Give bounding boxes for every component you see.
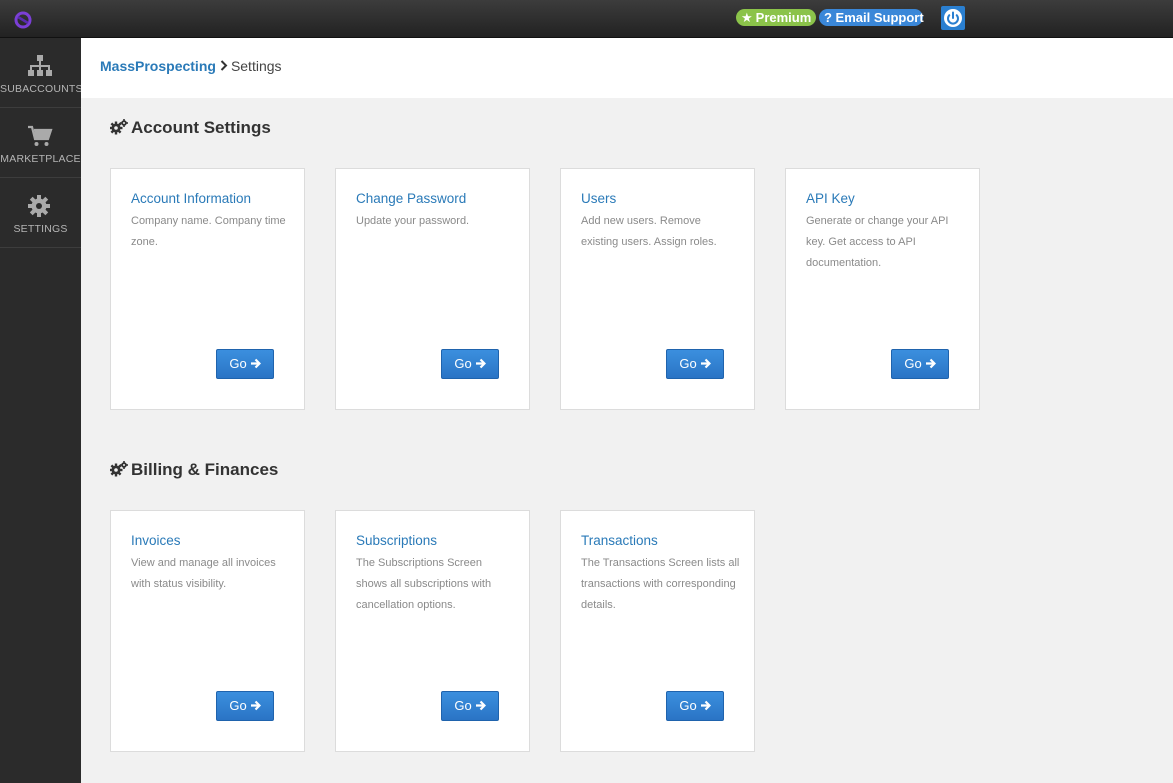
card-invoices: Invoices View and manage all invoices wi… [110, 510, 305, 752]
card-description: Add new users. Remove existing users. As… [581, 215, 717, 248]
go-button[interactable]: Go [666, 349, 724, 379]
sidebar-item-subaccounts[interactable]: SUBACCOUNTS [0, 38, 83, 108]
sidebar-item-label: SETTINGS [13, 223, 68, 235]
cart-icon [28, 125, 53, 146]
chevron-right-icon [220, 58, 228, 74]
arrow-right-icon [475, 693, 486, 721]
card-description: The Transactions Screen lists all transa… [581, 557, 740, 611]
logo-icon[interactable] [14, 11, 32, 29]
card-description: View and manage all invoices with status… [131, 557, 276, 590]
card-title[interactable]: Transactions [581, 533, 658, 548]
card-users: Users Add new users. Remove existing use… [560, 168, 755, 410]
card-title[interactable]: Change Password [356, 191, 466, 206]
breadcrumb-root-link[interactable]: MassProspecting [100, 58, 216, 74]
card-title[interactable]: Account Information [131, 191, 251, 206]
card-title[interactable]: Users [581, 191, 616, 206]
sidebar: SUBACCOUNTS MARKETPLACE SETTINGS [0, 38, 83, 783]
card-title[interactable]: Subscriptions [356, 533, 437, 548]
breadcrumb: MassProspecting Settings [100, 58, 282, 74]
card-description: Company name. Company time zone. [131, 215, 286, 248]
sitemap-icon [28, 55, 52, 76]
card-description: Update your password. [356, 215, 470, 227]
premium-badge[interactable]: ★ Premium [736, 9, 816, 26]
power-icon [944, 9, 962, 27]
card-api-key: API Key Generate or change your API key.… [785, 168, 980, 410]
arrow-right-icon [700, 693, 711, 721]
sidebar-item-label: MARKETPLACE [0, 153, 81, 165]
card-account-information: Account Information Company name. Compan… [110, 168, 305, 410]
section-title-billing-finances: Billing & Finances [110, 460, 278, 480]
star-icon: ★ [741, 10, 753, 25]
go-button[interactable]: Go [441, 691, 499, 721]
sidebar-item-label: SUBACCOUNTS [0, 83, 83, 95]
arrow-right-icon [925, 351, 936, 379]
go-button[interactable]: Go [441, 349, 499, 379]
page-header: MassProspecting Settings [81, 38, 1173, 98]
breadcrumb-current: Settings [230, 58, 282, 74]
arrow-right-icon [250, 693, 261, 721]
gear-icon [28, 195, 50, 217]
go-button[interactable]: Go [216, 691, 274, 721]
card-description: Generate or change your API key. Get acc… [806, 215, 949, 269]
card-title[interactable]: Invoices [131, 533, 181, 548]
go-button[interactable]: Go [666, 691, 724, 721]
section-title-account-settings: Account Settings [110, 118, 271, 138]
card-transactions: Transactions The Transactions Screen lis… [560, 510, 755, 752]
sidebar-item-marketplace[interactable]: MARKETPLACE [0, 108, 81, 178]
email-support-button[interactable]: ? Email Support [819, 9, 924, 26]
gears-icon [110, 461, 128, 477]
card-subscriptions: Subscriptions The Subscriptions Screen s… [335, 510, 530, 752]
gears-icon [110, 119, 128, 135]
arrow-right-icon [700, 351, 711, 379]
card-change-password: Change Password Update your password. Go [335, 168, 530, 410]
arrow-right-icon [250, 351, 261, 379]
go-button[interactable]: Go [891, 349, 949, 379]
card-title[interactable]: API Key [806, 191, 855, 206]
top-bar: ★ Premium ? Email Support [0, 0, 1173, 38]
card-description: The Subscriptions Screen shows all subsc… [356, 557, 492, 611]
sidebar-item-settings[interactable]: SETTINGS [0, 178, 81, 248]
logout-button[interactable] [941, 6, 965, 30]
go-button[interactable]: Go [216, 349, 274, 379]
arrow-right-icon [475, 351, 486, 379]
